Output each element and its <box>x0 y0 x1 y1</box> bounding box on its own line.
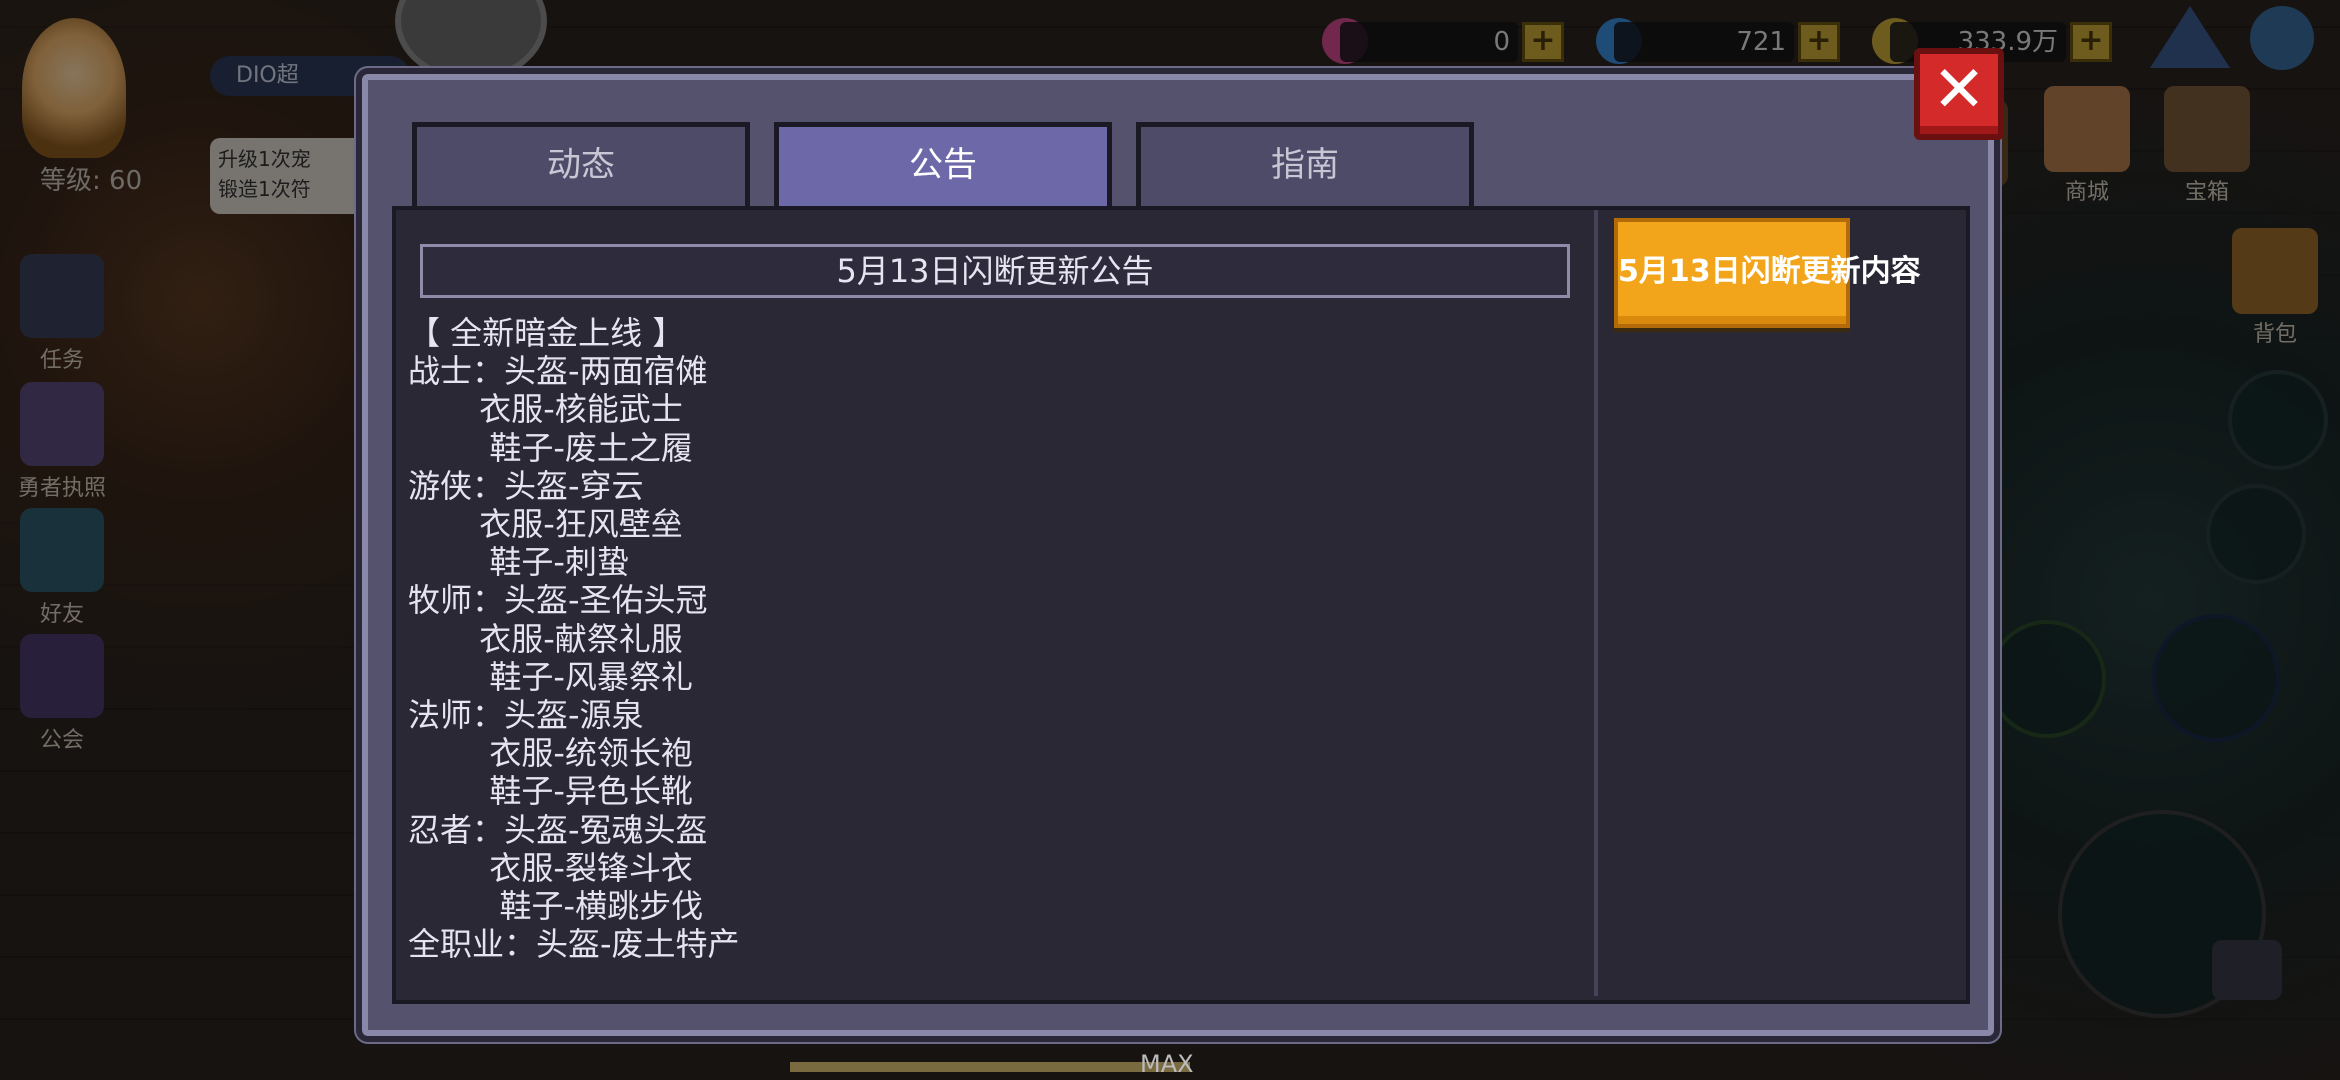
exp-max-label: MAX <box>1140 1050 1194 1078</box>
notice-line: 全职业：头盔-废土特产 <box>408 925 740 964</box>
notice-title: 5月13日闪断更新公告 <box>420 244 1570 298</box>
tab-label: 指南 <box>1271 145 1339 185</box>
notice-line: 牧师：头盔-圣佑头冠 <box>408 581 708 620</box>
notice-line: 鞋子-横跳步伐 <box>408 887 704 926</box>
panel-divider <box>1594 210 1598 996</box>
notice-line: 衣服-狂风壁垒 <box>408 505 683 544</box>
notice-line: 衣服-统领长袍 <box>408 734 693 773</box>
announcement-dialog: 动态 公告 指南 5月13日闪断更新公告 【 全新暗金上线 】战士：头盔-两面宿… <box>362 74 1994 1036</box>
notice-line: 游侠：头盔-穿云 <box>408 466 644 505</box>
notice-line: 鞋子-废土之履 <box>408 428 693 467</box>
notice-line: 战士：头盔-两面宿傩 <box>408 352 708 391</box>
notice-line: 忍者：头盔-冤魂头盔 <box>408 810 708 849</box>
notice-line: 衣服-裂锋斗衣 <box>408 848 693 887</box>
notice-body[interactable]: 【 全新暗金上线 】战士：头盔-两面宿傩 衣服-核能武士 鞋子-废土之履 游侠：头… <box>408 314 1558 964</box>
close-icon: ✕ <box>1932 53 1986 127</box>
tab-label: 动态 <box>547 145 615 185</box>
notice-list-item-selected[interactable]: 5月13日闪断更新内容 <box>1614 218 1921 328</box>
notice-line: 衣服-献祭礼服 <box>408 619 683 658</box>
notice-line: 衣服-核能武士 <box>408 390 683 429</box>
notice-line: 鞋子-风暴祭礼 <box>408 657 693 696</box>
tab-guide[interactable]: 指南 <box>1136 122 1474 210</box>
notice-line: 鞋子-异色长靴 <box>408 772 693 811</box>
notice-line: 衣服-羽屏隔离服 <box>408 963 1558 964</box>
tab-label: 公告 <box>909 145 977 185</box>
notice-line: 法师：头盔-源泉 <box>408 696 644 735</box>
notice-line: 鞋子-刺蛰 <box>408 543 629 582</box>
tab-announcement[interactable]: 公告 <box>774 122 1112 216</box>
tab-news[interactable]: 动态 <box>412 122 750 210</box>
notice-line: 【 全新暗金上线 】 <box>408 314 685 352</box>
close-button[interactable]: ✕ <box>1914 48 2004 140</box>
exp-bar <box>790 1062 1190 1072</box>
